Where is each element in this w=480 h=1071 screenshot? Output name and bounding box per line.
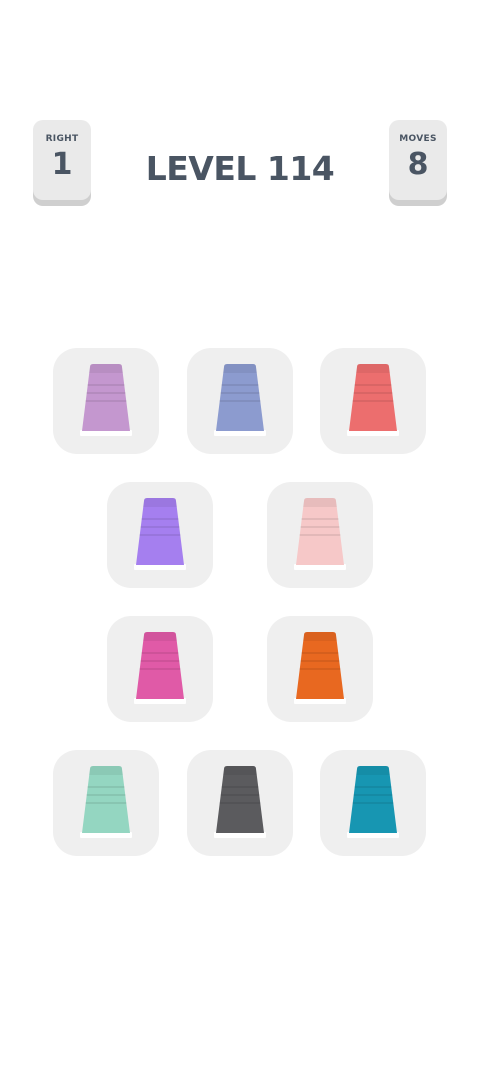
cup-body	[296, 498, 344, 565]
cup-stripe	[300, 526, 340, 528]
cup-body	[136, 498, 184, 565]
cup-rim-shade	[356, 766, 390, 775]
cup-icon	[136, 498, 184, 565]
cup-stripe	[352, 400, 394, 402]
cup-stripe	[87, 384, 125, 386]
cup-body	[216, 364, 264, 431]
cup-stripe	[220, 392, 260, 394]
cup-stripe	[141, 518, 179, 520]
cup-rim-shade	[223, 364, 257, 373]
cup-icon	[216, 364, 264, 431]
cup-tile-magenta-cup[interactable]	[107, 616, 213, 722]
cup-stripe	[301, 652, 339, 654]
cup-tile-coral-red-cup[interactable]	[320, 348, 426, 454]
cup-stripe	[85, 400, 127, 402]
cup-icon	[136, 632, 184, 699]
cup-body	[349, 364, 397, 431]
cup-stripe	[140, 526, 180, 528]
cup-body	[82, 364, 130, 431]
cup-rim-shade	[223, 766, 257, 775]
cup-body	[349, 766, 397, 833]
cup-stripe	[221, 384, 259, 386]
cup-stripe	[86, 794, 126, 796]
cup-rim-shade	[303, 632, 337, 641]
cup-rim-shade	[356, 364, 390, 373]
cup-rim-shade	[143, 632, 177, 641]
cup-icon	[82, 766, 130, 833]
cup-stripe	[354, 384, 392, 386]
cup-rim-shade	[143, 498, 177, 507]
cup-stripe	[221, 786, 259, 788]
cup-icon	[296, 498, 344, 565]
cup-body	[296, 632, 344, 699]
cup-stripe	[300, 660, 340, 662]
cup-body	[82, 766, 130, 833]
cup-tile-orange-cup[interactable]	[267, 616, 373, 722]
cup-stripe	[220, 794, 260, 796]
cup-stripe	[140, 660, 180, 662]
cup-stripe	[301, 518, 339, 520]
cup-tile-violet-cup[interactable]	[107, 482, 213, 588]
cup-tile-lilac-cup[interactable]	[53, 348, 159, 454]
cup-stripe	[87, 786, 125, 788]
cup-stripe	[139, 668, 181, 670]
cup-body	[136, 632, 184, 699]
cup-icon	[216, 766, 264, 833]
cup-tile-pale-pink-cup[interactable]	[267, 482, 373, 588]
level-title: LEVEL 114	[145, 149, 335, 188]
cup-icon	[296, 632, 344, 699]
cup-tile-mint-cup[interactable]	[53, 750, 159, 856]
cup-tile-charcoal-cup[interactable]	[187, 750, 293, 856]
cup-stripe	[141, 652, 179, 654]
right-counter-card: RIGHT 1	[33, 120, 91, 200]
cup-icon	[349, 766, 397, 833]
cup-tile-teal-cup[interactable]	[320, 750, 426, 856]
cup-rim-shade	[89, 364, 123, 373]
moves-counter-value: 8	[407, 147, 429, 182]
cup-stripe	[353, 794, 393, 796]
cup-icon	[82, 364, 130, 431]
cup-stripe	[353, 392, 393, 394]
right-counter-label: RIGHT	[45, 134, 79, 144]
cup-stripe	[85, 802, 127, 804]
cup-stripe	[219, 802, 261, 804]
cup-tile-periwinkle-cup[interactable]	[187, 348, 293, 454]
moves-counter-label: MOVES	[399, 134, 437, 144]
cup-icon	[349, 364, 397, 431]
cup-stripe	[354, 786, 392, 788]
right-counter-value: 1	[51, 147, 73, 182]
game-screen: RIGHT 1 LEVEL 114 MOVES 8	[0, 0, 480, 1071]
cup-stripe	[299, 668, 341, 670]
cup-body	[216, 766, 264, 833]
cup-rim-shade	[303, 498, 337, 507]
cup-stripe	[299, 534, 341, 536]
moves-counter-card: MOVES 8	[389, 120, 447, 200]
cup-rim-shade	[89, 766, 123, 775]
cup-stripe	[139, 534, 181, 536]
cup-stripe	[352, 802, 394, 804]
cup-stripe	[86, 392, 126, 394]
cup-stripe	[219, 400, 261, 402]
